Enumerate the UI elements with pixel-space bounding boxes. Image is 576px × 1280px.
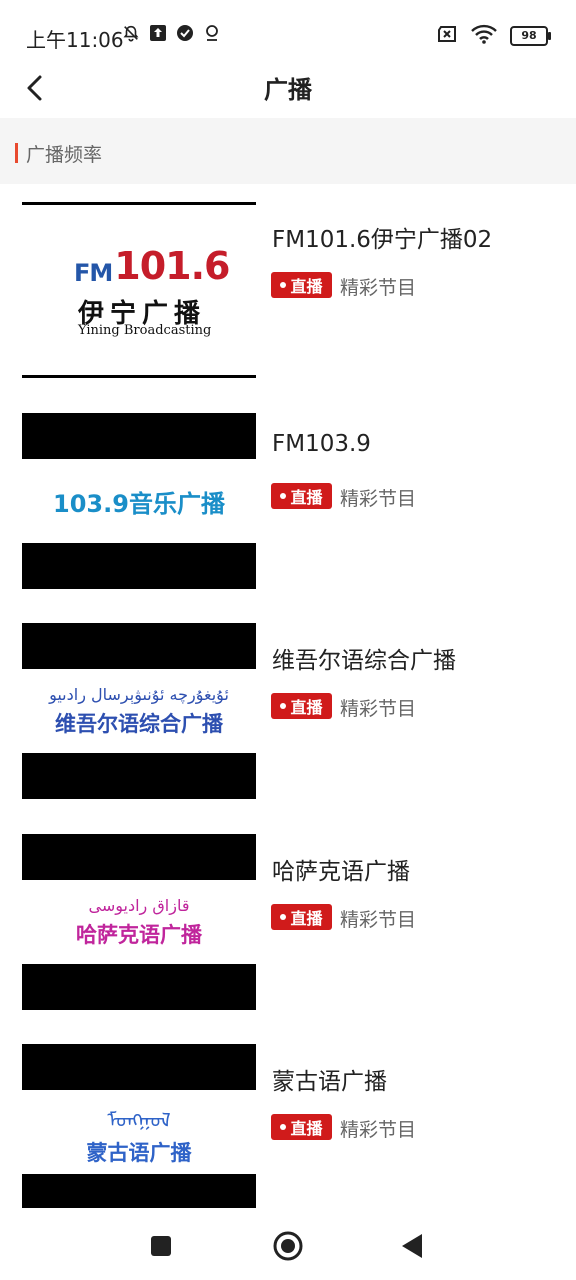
recent-apps-button[interactable] (143, 1228, 179, 1264)
thumbnail-band: ئۇيغۇرچە ئۇنىۋېرسال رادىيو 维吾尔语综合广播 (22, 669, 256, 753)
station-item[interactable]: قازاق راديوسى 哈萨克语广播 哈萨克语广播 直播 精彩节目 (0, 816, 576, 1010)
home-button[interactable] (270, 1228, 306, 1264)
station-thumbnail: FM 101.6 伊宁广播 Yining Broadcasting (22, 202, 256, 378)
logo-text-en: Yining Broadcasting (78, 323, 212, 338)
station-item[interactable]: FM 101.6 伊宁广播 Yining Broadcasting FM101.… (0, 184, 576, 378)
section-accent-bar (15, 143, 18, 163)
thumbnail-band: ᠮᠣᠩᠭᠣᠯ 蒙古语广播 (22, 1090, 256, 1174)
live-dot-icon (280, 1124, 287, 1130)
live-badge: 直播 (271, 1114, 332, 1140)
thumbnail-text-kazakh: قازاق راديوسى (88, 895, 190, 915)
station-item[interactable]: 103.9音乐广播 FM103.9 直播 精彩节目 (0, 395, 576, 589)
section-title: 广播频率 (26, 144, 103, 166)
triangle-back-icon (402, 1234, 422, 1258)
station-subtitle: 精彩节目 (340, 488, 417, 510)
status-system-icons: 98 (436, 24, 551, 48)
thumbnail-band: قازاق راديوسى 哈萨克语广播 (22, 880, 256, 964)
thumbnail-text: 103.9音乐广播 (53, 489, 225, 518)
back-nav-button[interactable] (394, 1228, 430, 1264)
system-nav-bar (0, 1212, 576, 1280)
station-title: 蒙古语广播 (272, 1069, 387, 1095)
check-circle-icon (176, 24, 194, 42)
status-bar: 上午11:06 98 (0, 0, 576, 64)
station-thumbnail: 103.9音乐广播 (22, 413, 256, 589)
app-header: 广播 (0, 60, 576, 116)
live-badge: 直播 (271, 483, 332, 509)
station-subtitle: 精彩节目 (340, 277, 417, 299)
station-title: 维吾尔语综合广播 (272, 648, 456, 674)
sim-off-icon (436, 25, 458, 47)
thumbnail-text-mongolian: ᠮᠣᠩᠭᠣᠯ (107, 1107, 171, 1132)
square-icon (151, 1236, 171, 1256)
station-subtitle: 精彩节目 (340, 698, 417, 720)
thumbnail-text: 蒙古语广播 (86, 1140, 192, 1165)
station-item[interactable]: ئۇيغۇرچە ئۇنىۋېرسال رادىيو 维吾尔语综合广播 维吾尔语… (0, 605, 576, 799)
station-subtitle: 精彩节目 (340, 1119, 417, 1141)
station-title: FM101.6伊宁广播02 (272, 227, 493, 253)
location-icon (203, 24, 221, 42)
live-dot-icon (280, 282, 287, 288)
station-item[interactable]: ᠮᠣᠩᠭᠣᠯ 蒙古语广播 蒙古语广播 直播 精彩节目 (0, 1026, 576, 1208)
live-dot-icon (280, 703, 287, 709)
station-thumbnail: ᠮᠣᠩᠭᠣᠯ 蒙古语广播 (22, 1044, 256, 1208)
live-dot-icon (280, 914, 287, 920)
thumbnail-text: 维吾尔语综合广播 (55, 711, 223, 736)
live-dot-icon (280, 493, 287, 499)
status-notification-icons (122, 24, 221, 42)
wifi-icon (470, 24, 498, 48)
upload-icon (149, 24, 167, 42)
battery-indicator: 98 (510, 26, 551, 46)
thumbnail-text-uyghur: ئۇيغۇرچە ئۇنىۋېرسال رادىيو (49, 684, 229, 704)
live-badge: 直播 (271, 693, 332, 719)
station-thumbnail: ئۇيغۇرچە ئۇنىۋېرسال رادىيو 维吾尔语综合广播 (22, 623, 256, 799)
thumbnail-band: 103.9音乐广播 (22, 459, 256, 543)
status-time: 上午11:06 (26, 28, 124, 52)
station-subtitle: 精彩节目 (340, 909, 417, 931)
thumbnail-text: 哈萨克语广播 (76, 922, 202, 947)
station-thumbnail: قازاق راديوسى 哈萨克语广播 (22, 834, 256, 1010)
live-badge: 直播 (271, 272, 332, 298)
station-logo: FM 101.6 (74, 244, 230, 288)
mute-bell-icon (122, 24, 140, 42)
station-title: FM103.9 (272, 431, 371, 457)
home-circle-icon (273, 1231, 303, 1261)
page-title: 广播 (264, 76, 312, 104)
section-header: 广播频率 (0, 118, 576, 184)
station-title: 哈萨克语广播 (272, 859, 410, 885)
live-badge: 直播 (271, 904, 332, 930)
